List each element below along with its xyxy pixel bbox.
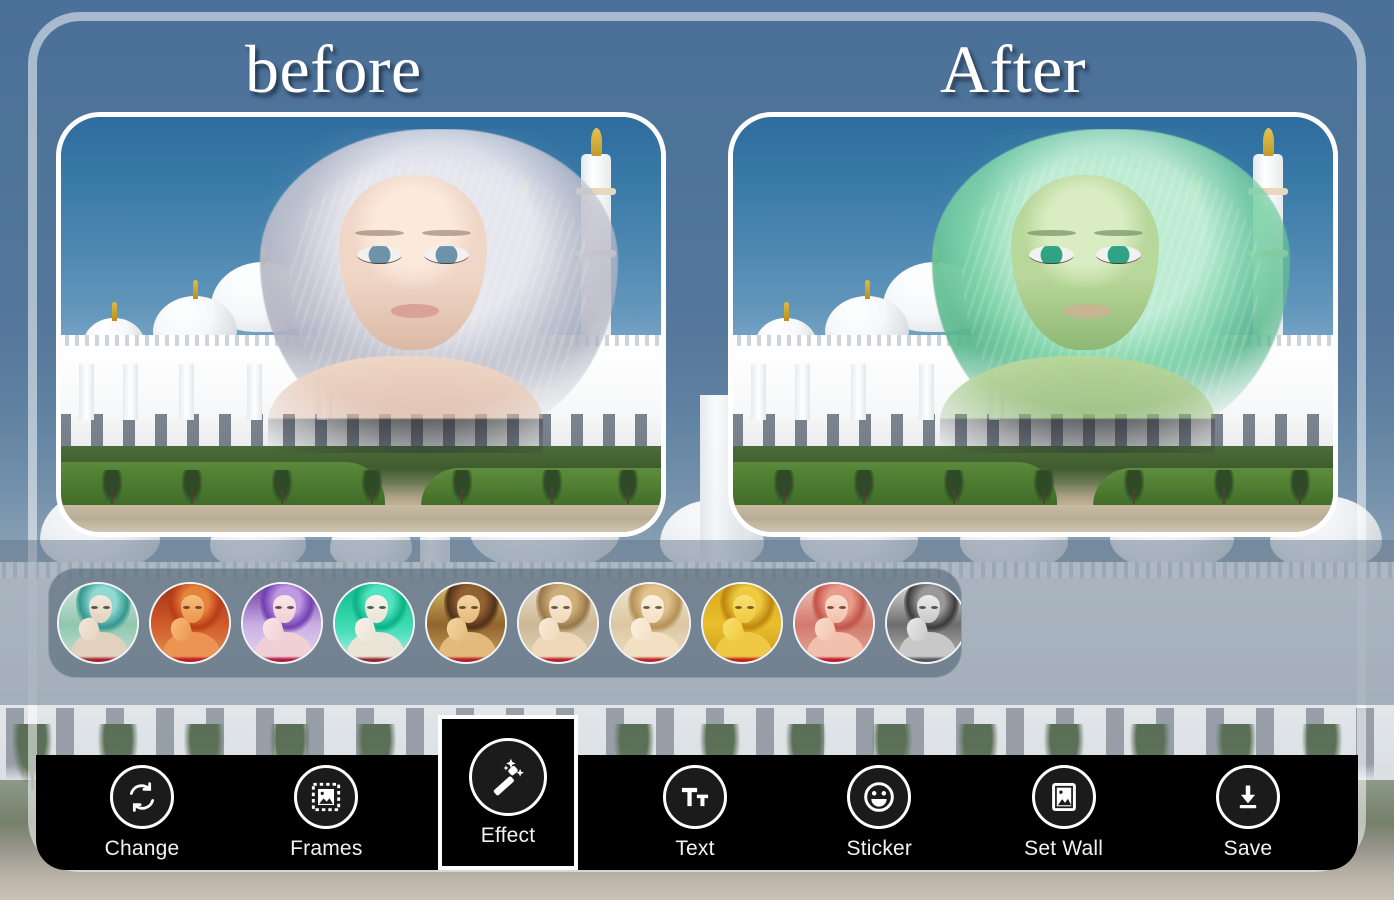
toolbar-item-set-wall[interactable]: Set Wall: [998, 755, 1130, 870]
toolbar-label-set-wall: Set Wall: [1024, 836, 1104, 860]
before-composite-image: [61, 117, 661, 532]
preview-tree: [101, 470, 123, 504]
preview-road: [61, 505, 661, 532]
toolbar-label-sticker: Sticker: [846, 836, 913, 860]
preview-tree: [1213, 470, 1235, 504]
filter-thumbnail-teal-green[interactable]: [57, 582, 139, 664]
portrait-shoulders: [939, 356, 1216, 467]
toolbar-label-save: Save: [1223, 836, 1273, 860]
photo-editor-app: before After Change Frames Text Sticker …: [0, 0, 1394, 900]
toolbar-item-effect[interactable]: Effect: [438, 715, 578, 870]
portrait-eyebrow: [1094, 229, 1143, 237]
preview-pillar: [795, 364, 810, 420]
frame-photo-icon: [294, 764, 359, 829]
refresh-icon: [110, 764, 174, 829]
preview-tree: [853, 470, 875, 504]
filter-thumbnail-sepia-brown[interactable]: [425, 582, 507, 664]
after-heading: After: [940, 31, 1086, 107]
compare-panels: [56, 112, 1338, 537]
portrait-shoulders: [267, 356, 544, 467]
toolbar-label-effect: Effect: [480, 823, 536, 847]
toolbar-item-frames[interactable]: Frames: [260, 755, 392, 870]
filter-thumbnail-emerald[interactable]: [333, 582, 415, 664]
preview-tree: [943, 470, 965, 504]
preview-tree: [1033, 470, 1055, 504]
preview-pillar: [79, 364, 94, 420]
preview-tree: [617, 470, 639, 504]
filter-thumbnail-rose-pink[interactable]: [793, 582, 875, 664]
before-portrait-overlay: [238, 117, 640, 473]
toolbar-item-save[interactable]: Save: [1182, 755, 1314, 870]
after-composite-image: [733, 117, 1333, 532]
preview-pillar: [179, 364, 194, 420]
preview-pillar: [751, 364, 766, 420]
preview-tree: [361, 470, 383, 504]
effect-filter-strip[interactable]: [48, 568, 962, 678]
filter-thumbnail-black-white[interactable]: [885, 582, 961, 664]
before-heading: before: [245, 31, 422, 107]
filter-thumbnail-soft-cream[interactable]: [517, 582, 599, 664]
preview-tree: [1123, 470, 1145, 504]
filter-thumbnail-warm-light[interactable]: [609, 582, 691, 664]
smiley-icon: [847, 764, 912, 829]
filter-thumbnail-golden[interactable]: [701, 582, 783, 664]
magic-wand-icon: [469, 737, 547, 816]
download-icon: [1215, 764, 1280, 829]
filter-thumbnail-violet[interactable]: [241, 582, 323, 664]
portrait-eye: [357, 245, 402, 264]
compare-headings: before After: [0, 26, 1394, 112]
portrait-eyebrow: [1027, 229, 1076, 237]
portrait-lips: [1062, 304, 1111, 318]
text-tt-icon: [662, 764, 727, 829]
preview-road: [733, 505, 1333, 532]
preview-tree: [1289, 470, 1311, 504]
preview-tree: [451, 470, 473, 504]
bottom-toolbar: Change Frames Text Sticker Set Wall Save: [36, 755, 1358, 870]
portrait-eyebrow: [355, 229, 404, 237]
before-preview-panel[interactable]: [56, 112, 666, 537]
preview-tree: [773, 470, 795, 504]
wallpaper-image-icon: [1031, 764, 1096, 829]
preview-pillar: [123, 364, 138, 420]
portrait-eyebrow: [422, 229, 471, 237]
toolbar-label-text: Text: [675, 836, 715, 860]
preview-pillar: [851, 364, 866, 420]
portrait-eye: [1096, 245, 1141, 264]
preview-tree: [271, 470, 293, 504]
portrait-lips: [390, 304, 439, 318]
after-portrait-overlay: [910, 117, 1312, 473]
preview-tree: [181, 470, 203, 504]
portrait-eye: [424, 245, 469, 264]
filter-thumbnail-warm-rust[interactable]: [149, 582, 231, 664]
toolbar-item-change[interactable]: Change: [76, 755, 208, 870]
toolbar-item-text[interactable]: Text: [629, 755, 761, 870]
after-preview-panel[interactable]: [728, 112, 1338, 537]
toolbar-label-frames: Frames: [290, 836, 363, 860]
portrait-eye: [1029, 245, 1074, 264]
preview-tree: [541, 470, 563, 504]
toolbar-label-change: Change: [104, 836, 180, 860]
toolbar-item-sticker[interactable]: Sticker: [813, 755, 945, 870]
